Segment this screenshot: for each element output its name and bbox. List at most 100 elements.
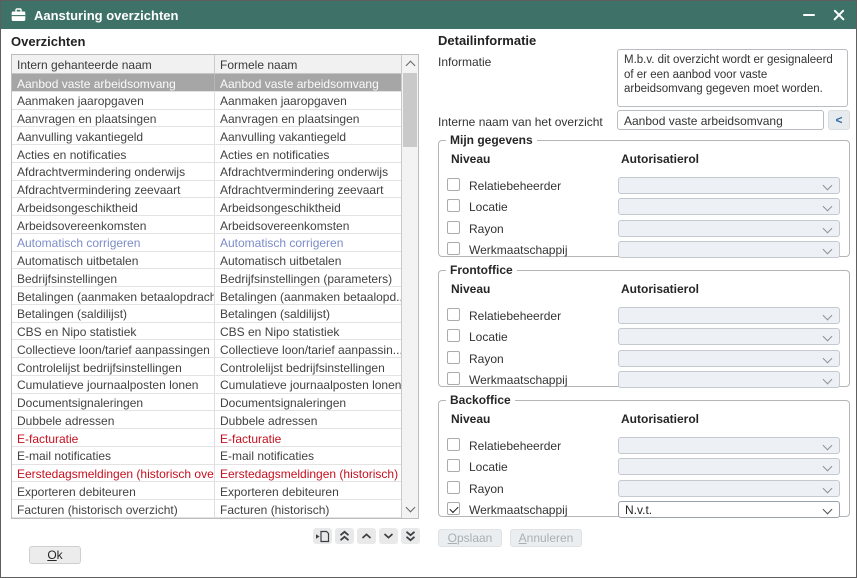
cell-formeel: Afdrachtvermindering onderwijs	[215, 163, 401, 180]
lookup-button[interactable]: <	[828, 110, 850, 130]
table-row[interactable]: Automatisch corrigerenAutomatisch corrig…	[12, 234, 401, 252]
autorisatierol-select[interactable]	[618, 480, 840, 497]
cell-intern: Eerstedagsmeldingen (historisch ove...	[12, 465, 215, 482]
table-row[interactable]: Afdrachtvermindering onderwijsAfdrachtve…	[12, 163, 401, 181]
werkmaatschappij-checkbox[interactable]	[447, 242, 460, 255]
cell-formeel: CBS en Nipo statistiek	[215, 323, 401, 340]
cell-formeel: Controlelijst bedrijfsinstellingen	[215, 358, 401, 375]
chevron-down-icon	[823, 244, 833, 254]
cell-formeel: Aanvulling vakantiegeld	[215, 127, 401, 144]
checkbox-label: Locatie	[469, 330, 508, 344]
rayon-checkbox[interactable]	[447, 481, 460, 494]
minimize-icon[interactable]	[802, 8, 816, 22]
autorisatierol-select[interactable]	[618, 307, 840, 324]
autorisatierol-select[interactable]	[618, 177, 840, 194]
cell-intern: Bedrijfsinstellingen	[12, 269, 215, 286]
goto-record-button[interactable]	[313, 528, 332, 544]
table-row[interactable]: Exporteren debiteurenExporteren debiteur…	[12, 482, 401, 500]
locatie-checkbox[interactable]	[447, 459, 460, 472]
table-row[interactable]: Cumulatieve journaalposten lonenCumulati…	[12, 376, 401, 394]
table-row[interactable]: ArbeidsovereenkomstenArbeidsovereenkomst…	[12, 216, 401, 234]
app-toolbox-icon	[11, 8, 26, 22]
cell-intern: Automatisch corrigeren	[12, 234, 215, 251]
checkbox-label: Werkmaatschappij	[469, 373, 567, 387]
cell-formeel: Aanmaken jaaropgaven	[215, 92, 401, 109]
autorisatierol-select[interactable]	[618, 437, 840, 454]
table-row[interactable]: Betalingen (saldilijst)Betalingen (saldi…	[12, 305, 401, 323]
last-record-button[interactable]	[401, 528, 420, 544]
window-title: Aansturing overzichten	[34, 8, 178, 23]
table-row[interactable]: Aanbod vaste arbeidsomvangAanbod vaste a…	[12, 74, 401, 92]
scrollbar-thumb[interactable]	[403, 73, 417, 147]
table-row[interactable]: Acties en notificatiesActies en notifica…	[12, 145, 401, 163]
checkbox-label: Locatie	[469, 460, 508, 474]
table-row[interactable]: ArbeidsongeschiktheidArbeidsongeschikthe…	[12, 198, 401, 216]
table-row[interactable]: Betalingen (aanmaken betaalopdrach...Bet…	[12, 287, 401, 305]
table-row[interactable]: Aanvulling vakantiegeldAanvulling vakant…	[12, 127, 401, 145]
table-row[interactable]: Eerstedagsmeldingen (historisch ove...Ee…	[12, 465, 401, 483]
informatie-textarea[interactable]: M.b.v. dit overzicht wordt er gesignalee…	[617, 49, 848, 107]
autorisatierol-select[interactable]	[618, 350, 840, 367]
checkbox-label: Relatiebeheerder	[469, 309, 561, 323]
rayon-checkbox[interactable]	[447, 351, 460, 364]
cell-formeel: Facturen (historisch)	[215, 500, 401, 517]
scroll-up-icon[interactable]	[402, 56, 418, 72]
table-row[interactable]: Afdrachtvermindering zeevaartAfdrachtver…	[12, 181, 401, 199]
scroll-down-icon[interactable]	[402, 501, 418, 517]
chevron-down-icon	[823, 461, 833, 471]
table-row[interactable]: Aanvragen en plaatsingenAanvragen en pla…	[12, 110, 401, 128]
ok-button[interactable]: Ok	[29, 546, 81, 564]
table-row[interactable]: Aanmaken jaaropgavenAanmaken jaaropgaven	[12, 92, 401, 110]
autorisatierol-select[interactable]: N.v.t.	[618, 501, 840, 518]
cancel-button[interactable]: Annuleren	[510, 529, 582, 547]
relatiebeheerder-checkbox[interactable]	[447, 438, 460, 451]
column-header-intern[interactable]: Intern gehanteerde naam	[12, 55, 215, 73]
table-row[interactable]: Collectieve loon/tarief aanpassingenColl…	[12, 340, 401, 358]
autorisatierol-select[interactable]	[618, 241, 840, 258]
table-row[interactable]: Facturen (historisch overzicht)Facturen …	[12, 500, 401, 518]
cell-intern: Automatisch uitbetalen	[12, 252, 215, 269]
column-header-formeel[interactable]: Formele naam	[215, 55, 401, 73]
rayon-checkbox[interactable]	[447, 221, 460, 234]
table-row[interactable]: Automatisch uitbetalenAutomatisch uitbet…	[12, 252, 401, 270]
werkmaatschappij-checkbox[interactable]	[447, 502, 460, 515]
relatiebeheerder-checkbox[interactable]	[447, 178, 460, 191]
cell-intern: Afdrachtvermindering zeevaart	[12, 181, 215, 198]
chevron-down-icon	[823, 180, 833, 190]
record-navigation	[313, 528, 420, 544]
locatie-checkbox[interactable]	[447, 329, 460, 342]
overview-table: Intern gehanteerde naam Formele naam Aan…	[11, 54, 419, 519]
save-button[interactable]: Opslaan	[438, 529, 502, 547]
table-row[interactable]: Controlelijst bedrijfsinstellingenContro…	[12, 358, 401, 376]
next-record-button[interactable]	[379, 528, 398, 544]
table-row[interactable]: Dubbele adressenDubbele adressen	[12, 411, 401, 429]
table-row[interactable]: E-facturatieE-facturatie	[12, 429, 401, 447]
table-row[interactable]: E-mail notificatiesE-mail notificaties	[12, 447, 401, 465]
autorisatierol-select[interactable]	[618, 371, 840, 388]
chevron-down-icon	[823, 201, 833, 211]
autorisatierol-select[interactable]	[618, 220, 840, 237]
cell-intern: CBS en Nipo statistiek	[12, 323, 215, 340]
close-icon[interactable]	[832, 8, 846, 22]
table-row[interactable]: CBS en Nipo statistiekCBS en Nipo statis…	[12, 323, 401, 341]
autorisatierol-select[interactable]	[618, 328, 840, 345]
cell-formeel: E-facturatie	[215, 429, 401, 446]
locatie-checkbox[interactable]	[447, 199, 460, 212]
chevron-down-icon	[823, 223, 833, 233]
first-record-button[interactable]	[335, 528, 354, 544]
cell-formeel: Acties en notificaties	[215, 145, 401, 162]
relatiebeheerder-checkbox[interactable]	[447, 308, 460, 321]
previous-record-button[interactable]	[357, 528, 376, 544]
chevron-down-icon	[823, 310, 833, 320]
table-row[interactable]: DocumentsignaleringenDocumentsignalering…	[12, 394, 401, 412]
table-row[interactable]: BedrijfsinstellingenBedrijfsinstellingen…	[12, 269, 401, 287]
autorisatierol-select[interactable]	[618, 198, 840, 215]
cell-intern: E-facturatie	[12, 429, 215, 446]
werkmaatschappij-checkbox[interactable]	[447, 372, 460, 385]
autorisatierol-select[interactable]	[618, 458, 840, 475]
checkbox-label: Locatie	[469, 200, 508, 214]
vertical-scrollbar[interactable]	[401, 55, 418, 518]
chevron-down-icon	[823, 353, 833, 363]
cell-formeel: Afdrachtvermindering zeevaart	[215, 181, 401, 198]
interne-naam-input[interactable]: Aanbod vaste arbeidsomvang	[617, 110, 824, 130]
